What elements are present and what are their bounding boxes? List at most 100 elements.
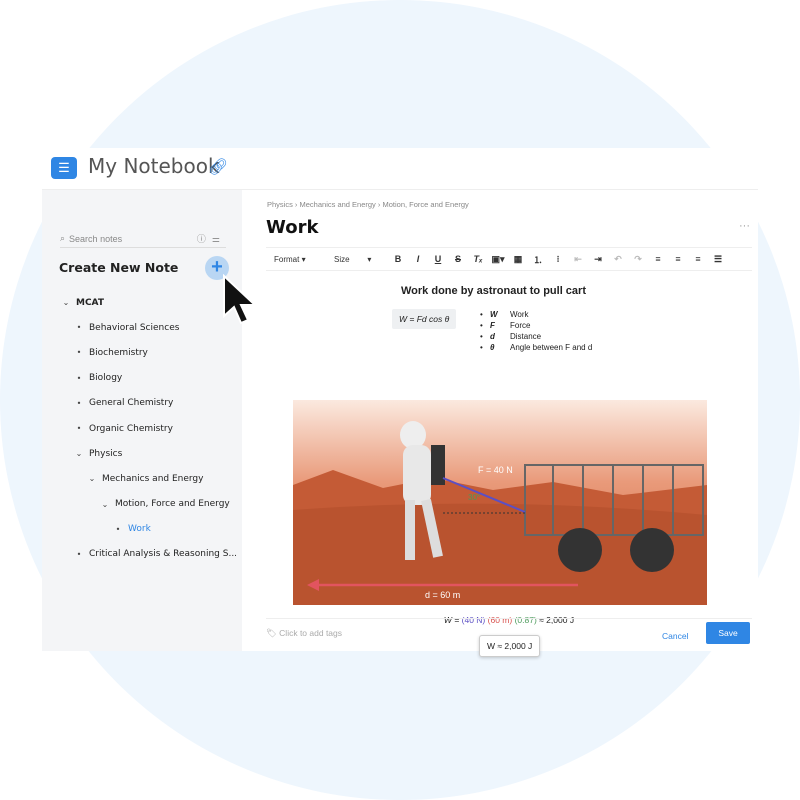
- bullet-icon: •: [76, 549, 82, 559]
- tree-item[interactable]: • Critical Analysis & Reasoning S...: [42, 542, 242, 567]
- italic-icon[interactable]: I: [408, 254, 428, 264]
- bullet-icon: •: [76, 424, 82, 434]
- cart-wheel: [558, 528, 602, 572]
- tree-item[interactable]: ⌄ Mechanics and Energy: [42, 466, 242, 491]
- legend-symbol: θ: [490, 343, 495, 352]
- size-dropdown[interactable]: Size ▾: [326, 255, 388, 264]
- legend-desc: Angle between F and d: [510, 343, 593, 352]
- legend-desc: Work: [510, 310, 529, 319]
- editor-footer: 🏷︎ Click to add tags Cancel Save: [266, 618, 752, 651]
- cancel-button[interactable]: Cancel: [662, 631, 688, 641]
- legend-item: • θ Angle between F and d: [480, 342, 592, 353]
- align-left-icon[interactable]: ≡: [648, 254, 668, 264]
- tree-item[interactable]: • Biochemistry: [42, 340, 242, 365]
- breadcrumb-item[interactable]: Motion, Force and Energy: [382, 200, 468, 209]
- distance-label: d = 60 m: [425, 590, 460, 600]
- tree-item[interactable]: • Organic Chemistry: [42, 416, 242, 441]
- breadcrumb-item[interactable]: Physics: [267, 200, 293, 209]
- tree-item-label: General Chemistry: [89, 398, 174, 409]
- bullet-icon: •: [480, 332, 483, 341]
- legend-symbol: d: [490, 332, 495, 341]
- info-icon[interactable]: ⓘ: [197, 234, 212, 244]
- legend-item: • d Distance: [480, 331, 592, 342]
- editor: Physics › Mechanics and Energy › Motion,…: [242, 190, 758, 657]
- breadcrumb-item[interactable]: Mechanics and Energy: [300, 200, 376, 209]
- justify-icon[interactable]: ☰: [708, 254, 728, 265]
- tree-item-label: Behavioral Sciences: [89, 322, 180, 333]
- cart-wheel: [630, 528, 674, 572]
- tree-item[interactable]: • Behavioral Sciences: [42, 315, 242, 340]
- tree-item-label: Mechanics and Energy: [102, 473, 204, 484]
- notebook-app: ☰ My Notebook 🔗︎ ⌕ Search notes ⓘ⚌ Creat…: [42, 148, 758, 657]
- astronaut-cart-illustration: F = 40 N 30° d = 60 m: [293, 400, 707, 605]
- chevron-down-icon[interactable]: ⌄: [73, 449, 85, 458]
- breadcrumb: Physics › Mechanics and Energy › Motion,…: [267, 200, 469, 209]
- format-label: Format: [274, 254, 300, 264]
- tree-item-label: Work: [128, 524, 151, 535]
- align-right-icon[interactable]: ≡: [688, 254, 708, 264]
- create-new-note-label: Create New Note: [59, 260, 179, 275]
- tree-item-label: Physics: [89, 448, 123, 459]
- more-options-icon[interactable]: ···: [739, 220, 750, 232]
- tree-item[interactable]: • Work: [42, 517, 242, 542]
- bullet-icon: •: [76, 323, 82, 333]
- tree-item[interactable]: • General Chemistry: [42, 391, 242, 416]
- clear-format-icon[interactable]: Tₓ: [468, 254, 488, 264]
- search-placeholder: Search notes: [69, 233, 123, 244]
- bold-icon[interactable]: B: [388, 254, 408, 264]
- outdent-icon[interactable]: ⇤: [568, 254, 588, 265]
- add-tags[interactable]: 🏷︎ Click to add tags: [266, 628, 342, 639]
- bullet-icon: •: [76, 398, 82, 408]
- text-color-icon[interactable]: ▣▾: [488, 254, 508, 265]
- save-button[interactable]: Save: [706, 622, 750, 644]
- tree-item[interactable]: • Biology: [42, 366, 242, 391]
- strikethrough-icon[interactable]: S: [448, 254, 468, 264]
- angle-label: 30°: [468, 493, 480, 502]
- legend-item: • F Force: [480, 320, 592, 331]
- bullet-icon: •: [480, 321, 483, 330]
- bullet-icon: •: [76, 348, 82, 358]
- undo-icon[interactable]: ↶: [608, 254, 628, 265]
- size-label: Size: [334, 254, 350, 264]
- ordered-list-icon[interactable]: ⒈: [528, 253, 548, 266]
- align-center-icon[interactable]: ≡: [668, 254, 688, 264]
- tree-item[interactable]: ⌄ MCAT: [42, 290, 242, 315]
- chevron-down-icon[interactable]: ⌄: [86, 474, 98, 483]
- force-label: F = 40 N: [478, 465, 513, 475]
- tree-item[interactable]: ⌄ Physics: [42, 441, 242, 466]
- tree-item-label: Organic Chemistry: [89, 423, 173, 434]
- note-title[interactable]: Work: [266, 217, 318, 238]
- legend-item: • W Work: [480, 309, 592, 320]
- bullet-list-icon[interactable]: ⁝: [548, 254, 568, 265]
- legend-symbol: W: [490, 310, 498, 319]
- bullet-icon: •: [480, 310, 483, 319]
- tree-item-label: Biochemistry: [89, 347, 148, 358]
- link-icon[interactable]: 🔗︎: [208, 157, 228, 177]
- search-icon: ⌕: [60, 233, 66, 243]
- filter-icon[interactable]: ⚌: [212, 234, 226, 244]
- legend-desc: Force: [510, 321, 531, 330]
- menu-button[interactable]: ☰: [51, 157, 77, 179]
- legend-desc: Distance: [510, 332, 542, 341]
- underline-icon[interactable]: U: [428, 254, 448, 264]
- redo-icon[interactable]: ↷: [628, 254, 648, 265]
- search-input[interactable]: ⌕ Search notes ⓘ⚌: [60, 230, 226, 248]
- variable-legend: • W Work • F Force • d Distance • θ Angle between F…: [480, 309, 592, 353]
- tree-item[interactable]: ⌄ Motion, Force and Energy: [42, 492, 242, 517]
- formatting-toolbar: Format ▾ Size ▾ B I U S Tₓ ▣▾ ▦ ⒈ ⁝ ⇤ ⇥ …: [266, 247, 752, 271]
- format-dropdown[interactable]: Format ▾: [266, 255, 326, 264]
- bullet-icon: •: [76, 373, 82, 383]
- bullet-icon: •: [115, 524, 121, 534]
- tree-item-label: Critical Analysis & Reasoning S...: [89, 549, 238, 560]
- indent-icon[interactable]: ⇥: [588, 254, 608, 265]
- bullet-icon: •: [480, 343, 483, 352]
- app-title: My Notebook: [88, 154, 220, 178]
- tree-item-label: Biology: [89, 373, 123, 384]
- note-tree: ⌄ MCAT • Behavioral Sciences • Biochemistry • B…: [42, 290, 242, 567]
- content-heading: Work done by astronaut to pull cart: [401, 285, 586, 297]
- tree-item-label: MCAT: [76, 297, 104, 308]
- legend-symbol: F: [490, 321, 495, 330]
- chevron-down-icon[interactable]: ⌄: [60, 298, 72, 307]
- table-icon[interactable]: ▦: [508, 254, 528, 265]
- chevron-down-icon[interactable]: ⌄: [99, 500, 111, 509]
